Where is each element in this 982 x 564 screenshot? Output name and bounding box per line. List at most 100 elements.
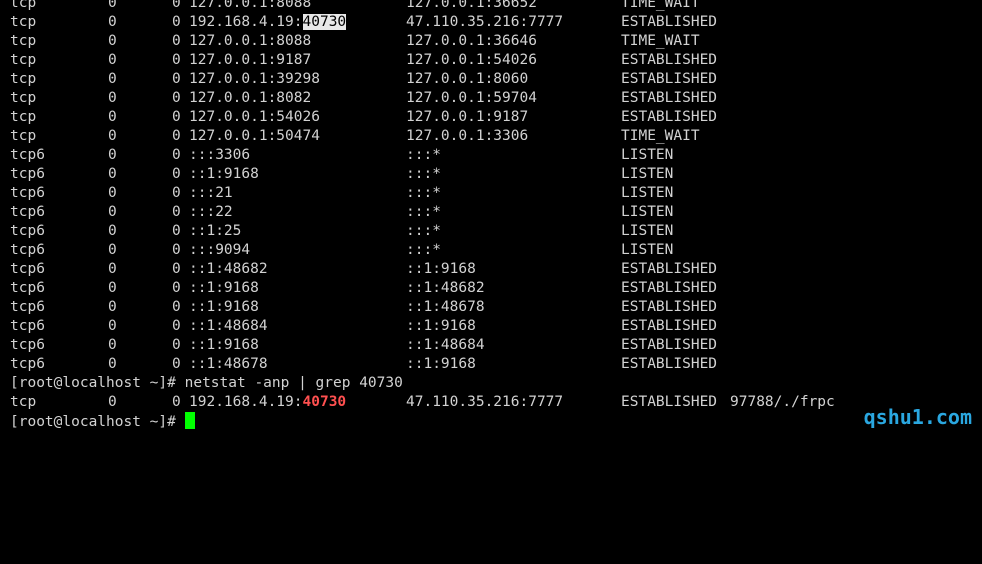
local-address-cell: 192.168.4.19:40730 xyxy=(189,13,347,32)
recvq-cell: 0 xyxy=(108,299,117,315)
foreign-address-cell: ::1:48682 xyxy=(406,280,485,296)
shell-prompt: [root@localhost ~]# xyxy=(10,414,185,430)
sendq-cell: 0 xyxy=(172,185,181,201)
sendq-cell: 0 xyxy=(172,280,181,296)
local-address-cell: ::1:48682 xyxy=(189,261,268,277)
local-address-cell: ::1:48678 xyxy=(189,356,268,372)
recvq-cell: 0 xyxy=(108,261,117,277)
state-cell: ESTABLISHED xyxy=(621,71,718,87)
netstat-row: tcp 0 0 127.0.0.1:9187 127.0.0.1:54026 E… xyxy=(0,51,982,70)
foreign-address-cell: 127.0.0.1:9187 xyxy=(406,109,529,125)
state-cell: ESTABLISHED xyxy=(621,14,718,30)
state-cell: LISTEN xyxy=(621,204,674,220)
sendq-cell: 0 xyxy=(172,204,181,220)
sendq-cell: 0 xyxy=(172,14,181,30)
shell-input[interactable]: [root@localhost ~]# xyxy=(10,412,195,432)
foreign-address-cell: 127.0.0.1:36646 xyxy=(406,33,537,49)
recvq-cell: 0 xyxy=(108,280,117,296)
local-address-cell: :::3306 xyxy=(189,147,251,163)
netstat-row: tcp6 0 0 ::1:48678 ::1:9168 ESTABLISHED xyxy=(0,355,982,374)
netstat-row: tcp 0 0 127.0.0.1:8088 127.0.0.1:36646 T… xyxy=(0,32,982,51)
sendq-cell: 0 xyxy=(172,299,181,315)
recvq-cell: 0 xyxy=(108,52,117,68)
recvq-cell: 0 xyxy=(108,128,117,144)
recvq-cell: 0 xyxy=(108,356,117,372)
proto-cell: tcp6 xyxy=(10,147,45,163)
foreign-address-cell: 127.0.0.1:59704 xyxy=(406,90,537,106)
proto-cell: tcp xyxy=(10,394,37,410)
netstat-row: tcp6 0 0 :::21 :::* LISTEN xyxy=(0,184,982,203)
recvq-cell: 0 xyxy=(108,90,117,106)
sendq-cell: 0 xyxy=(172,394,181,410)
proto-cell: tcp6 xyxy=(10,242,45,258)
state-cell: ESTABLISHED xyxy=(621,90,718,106)
recvq-cell: 0 xyxy=(108,223,117,239)
selected-port-text[interactable]: 40730 xyxy=(302,14,347,30)
sendq-cell: 0 xyxy=(172,318,181,334)
proto-cell: tcp xyxy=(10,90,37,106)
local-address-cell: 127.0.0.1:50474 xyxy=(189,128,320,144)
sendq-cell: 0 xyxy=(172,242,181,258)
foreign-address-cell: :::* xyxy=(406,204,441,220)
sendq-cell: 0 xyxy=(172,0,181,11)
proto-cell: tcp xyxy=(10,14,37,30)
local-address-cell: ::1:9168 xyxy=(189,280,259,296)
proto-cell: tcp6 xyxy=(10,318,45,334)
foreign-address-cell: ::1:9168 xyxy=(406,318,476,334)
state-cell: ESTABLISHED xyxy=(621,394,718,410)
local-address-cell: 127.0.0.1:8088 xyxy=(189,33,312,49)
foreign-address-cell: 127.0.0.1:36652 xyxy=(406,0,537,11)
cursor-block[interactable] xyxy=(184,412,195,429)
state-cell: ESTABLISHED xyxy=(621,52,718,68)
foreign-address-cell: ::1:48678 xyxy=(406,299,485,315)
shell-prompt: [root@localhost ~]# xyxy=(10,375,185,391)
foreign-address-cell: 47.110.35.216:7777 xyxy=(406,14,564,30)
netstat-row: tcp 0 0 127.0.0.1:39298 127.0.0.1:8060 E… xyxy=(0,70,982,89)
recvq-cell: 0 xyxy=(108,337,117,353)
proto-cell: tcp6 xyxy=(10,299,45,315)
state-cell: ESTABLISHED xyxy=(621,337,718,353)
foreign-address-cell: 127.0.0.1:8060 xyxy=(406,71,529,87)
netstat-row: tcp6 0 0 ::1:9168 ::1:48684 ESTABLISHED xyxy=(0,336,982,355)
netstat-row: tcp6 0 0 ::1:48684 ::1:9168 ESTABLISHED xyxy=(0,317,982,336)
local-address-cell: 192.168.4.19:40730 xyxy=(189,393,346,412)
sendq-cell: 0 xyxy=(172,71,181,87)
terminal-window[interactable]: tcp 0 0 127.0.0.1:8088 127.0.0.1:36652 T… xyxy=(0,0,982,443)
proto-cell: tcp xyxy=(10,128,37,144)
grep-result-row: tcp 0 0 192.168.4.19:40730 47.110.35.216… xyxy=(0,393,982,412)
foreign-address-cell: ::1:9168 xyxy=(406,356,476,372)
local-address-cell: 127.0.0.1:54026 xyxy=(189,109,320,125)
local-address-cell: :::22 xyxy=(189,204,233,220)
recvq-cell: 0 xyxy=(108,33,117,49)
netstat-row: tcp6 0 0 :::22 :::* LISTEN xyxy=(0,203,982,222)
netstat-row: tcp6 0 0 ::1:48682 ::1:9168 ESTABLISHED xyxy=(0,260,982,279)
netstat-row: tcp 0 0 127.0.0.1:54026 127.0.0.1:9187 E… xyxy=(0,108,982,127)
sendq-cell: 0 xyxy=(172,147,181,163)
state-cell: ESTABLISHED xyxy=(621,261,718,277)
proto-cell: tcp6 xyxy=(10,185,45,201)
state-cell: LISTEN xyxy=(621,242,674,258)
proto-cell: tcp6 xyxy=(10,166,45,182)
sendq-cell: 0 xyxy=(172,223,181,239)
recvq-cell: 0 xyxy=(108,109,117,125)
local-address-cell: ::1:48684 xyxy=(189,318,268,334)
proto-cell: tcp6 xyxy=(10,280,45,296)
sendq-cell: 0 xyxy=(172,52,181,68)
command-text: netstat -anp | grep 40730 xyxy=(184,375,403,391)
state-cell: LISTEN xyxy=(621,166,674,182)
foreign-address-cell: :::* xyxy=(406,223,441,239)
netstat-row: tcp 0 0 192.168.4.19:40730 47.110.35.216… xyxy=(0,13,982,32)
active-prompt-line[interactable]: [root@localhost ~]# xyxy=(0,412,982,431)
netstat-row: tcp6 0 0 ::1:25 :::* LISTEN xyxy=(0,222,982,241)
recvq-cell: 0 xyxy=(108,318,117,334)
sendq-cell: 0 xyxy=(172,337,181,353)
local-address-cell: ::1:9168 xyxy=(189,299,259,315)
sendq-cell: 0 xyxy=(172,261,181,277)
command-line: [root@localhost ~]# netstat -anp | grep … xyxy=(0,374,982,393)
local-address-cell: 127.0.0.1:8088 xyxy=(189,0,312,11)
foreign-address-cell: :::* xyxy=(406,242,441,258)
proto-cell: tcp6 xyxy=(10,204,45,220)
proto-cell: tcp xyxy=(10,109,37,125)
foreign-address-cell: 127.0.0.1:3306 xyxy=(406,128,529,144)
pid-program-cell: 97788/./frpc xyxy=(730,394,835,410)
